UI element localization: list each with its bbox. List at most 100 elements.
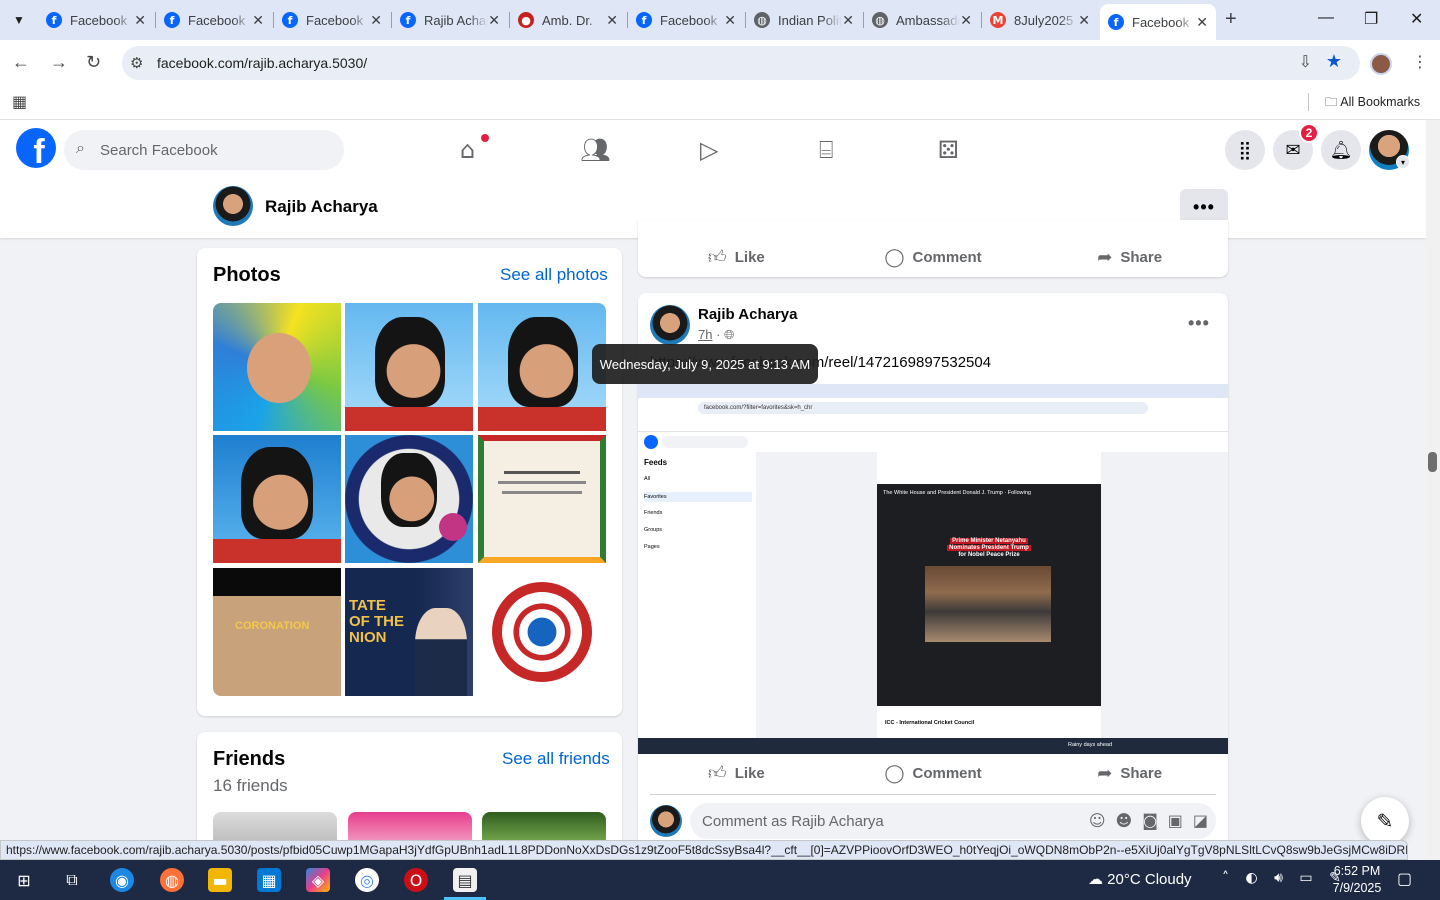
bookmark-star-icon[interactable]: ★	[1326, 51, 1342, 72]
post-options-icon[interactable]: •••	[1188, 313, 1210, 334]
post-author-name[interactable]: Rajib Acharya	[698, 306, 798, 323]
home-icon[interactable]: ⌂	[460, 136, 475, 164]
browser-tab[interactable]: f Facebook ✕	[274, 6, 390, 34]
app-icon[interactable]: ◉	[110, 868, 134, 892]
photo-vaccine-frame[interactable]	[345, 435, 473, 563]
browser-tab[interactable]: f Facebook ✕	[628, 6, 744, 34]
gaming-icon[interactable]: ⚄	[938, 136, 959, 164]
close-tab-icon[interactable]: ✕	[488, 12, 500, 29]
weather-widget[interactable]: ☁ 20°C Cloudy	[1088, 870, 1192, 888]
taskbar-clock[interactable]: 6:52 PM 7/9/2025	[1318, 863, 1396, 897]
see-all-friends-link[interactable]: See all friends	[502, 749, 610, 769]
browser-tab[interactable]: ◍ Ambassador✕	[864, 6, 980, 34]
browser-menu-icon[interactable]: ⋮	[1412, 52, 1428, 72]
notifications-bell-icon[interactable]: 🔔︎	[1321, 130, 1361, 170]
opera-icon[interactable]: O	[404, 868, 428, 892]
forward-arrow-icon[interactable]: →	[50, 52, 68, 73]
photo-invitation-card[interactable]	[478, 435, 606, 563]
profile-name[interactable]: Rajib Acharya	[265, 197, 378, 217]
site-info-icon[interactable]: ⚙	[130, 54, 143, 72]
close-tab-icon[interactable]: ✕	[960, 12, 972, 29]
file-explorer-icon[interactable]: ▬	[208, 868, 232, 892]
tab-search-chevron-icon[interactable]: ▼	[6, 7, 32, 33]
browser-tab[interactable]: f Rajib Acharya✕	[392, 6, 508, 34]
sticker-icon[interactable]: ◪	[1193, 811, 1208, 830]
photo-face	[241, 447, 313, 539]
browser-tab[interactable]: ● Amb. Dr. ✕	[510, 6, 626, 34]
page-scrollbar[interactable]	[1426, 120, 1440, 860]
camera-icon[interactable]: ◙	[1142, 811, 1158, 830]
address-bar[interactable]: ⚙ facebook.com/rajib.acharya.5030/ ⇩ ★	[122, 46, 1360, 80]
close-tab-icon[interactable]: ✕	[842, 12, 854, 29]
address-url[interactable]: facebook.com/rajib.acharya.5030/	[157, 55, 367, 71]
close-window-icon[interactable]: ✕	[1410, 9, 1423, 29]
photo-portrait-1[interactable]	[345, 303, 473, 431]
reload-icon[interactable]: ↻	[86, 52, 101, 73]
close-tab-icon[interactable]: ✕	[134, 12, 146, 29]
photo-text-line	[504, 471, 580, 474]
close-tab-icon[interactable]: ✕	[252, 12, 264, 29]
comment-input[interactable]	[702, 803, 1062, 839]
browser-tab[interactable]: f Facebook ✕	[38, 6, 154, 34]
gif-icon[interactable]: ▣	[1168, 811, 1183, 830]
action-divider-top	[650, 794, 1216, 795]
photo-portrait-3[interactable]	[213, 435, 341, 563]
share-button[interactable]: ➦ Share	[1031, 239, 1228, 275]
notification-center-icon[interactable]: ▢	[1397, 869, 1412, 888]
microsoft-store-icon[interactable]: ▦	[257, 868, 281, 892]
marketplace-icon[interactable]: ⌸	[819, 136, 833, 164]
chrome-icon[interactable]: ◎	[355, 868, 379, 892]
like-button[interactable]: 👍︎ Like	[638, 239, 835, 275]
video-icon[interactable]: ▷	[700, 136, 718, 164]
browser-profile-avatar[interactable]	[1370, 53, 1392, 75]
close-tab-icon[interactable]: ✕	[1078, 12, 1090, 29]
facebook-logo[interactable]: f	[16, 128, 56, 168]
new-tab-plus-icon[interactable]: +	[1225, 8, 1237, 31]
search-input[interactable]	[100, 130, 336, 170]
close-tab-icon[interactable]: ✕	[724, 12, 736, 29]
apps-grid-icon[interactable]: ▦	[12, 92, 27, 112]
facebook-search-box[interactable]: ⌕	[64, 130, 344, 170]
clock-date: 7/9/2025	[1332, 881, 1382, 895]
new-message-compose-icon[interactable]: ✎	[1361, 797, 1409, 845]
all-bookmarks-button[interactable]: 🗀 All Bookmarks	[1325, 93, 1420, 114]
profile-avatar[interactable]	[213, 186, 253, 226]
close-tab-icon[interactable]: ✕	[1196, 14, 1208, 31]
post-image-screenshot[interactable]: facebook.com/?filter=favorites&sk=h_chr …	[638, 384, 1228, 754]
friends-icon[interactable]: 👥︎	[580, 136, 610, 164]
like-button[interactable]: 👍︎ Like	[638, 755, 835, 791]
account-chevron-down-icon[interactable]: ▾	[1396, 155, 1410, 169]
copilot-icon[interactable]: ◈	[306, 868, 330, 892]
commenter-avatar[interactable]	[650, 805, 682, 837]
photo-state-of-union[interactable]: TATE OF THE NION	[345, 568, 473, 696]
post-timestamp[interactable]: 7h	[698, 327, 712, 342]
photo-portrait-2[interactable]	[478, 303, 606, 431]
browser-tab[interactable]: f Facebook ✕	[1100, 4, 1216, 40]
windows-start-icon[interactable]: ⊞	[12, 868, 36, 892]
close-tab-icon[interactable]: ✕	[606, 12, 618, 29]
notepad-icon[interactable]: ▤	[453, 868, 477, 892]
menu-grid-icon[interactable]: ⣿	[1225, 130, 1265, 170]
comment-button[interactable]: ◯ Comment	[835, 755, 1032, 791]
comment-box[interactable]: ☺ ☻ ◙ ▣ ◪	[690, 803, 1216, 839]
see-all-photos-link[interactable]: See all photos	[500, 265, 608, 285]
browser-tab[interactable]: M 8July2025 ✕	[982, 6, 1098, 34]
post-author-avatar[interactable]	[650, 305, 690, 345]
photo-king-charles-coronation[interactable]	[478, 568, 606, 696]
restore-icon[interactable]: ❐	[1364, 9, 1378, 29]
task-view-icon[interactable]: ⧉	[60, 868, 84, 892]
emoji-icon[interactable]: ☻	[1116, 811, 1133, 830]
back-arrow-icon[interactable]: ←	[12, 52, 30, 73]
browser-tab[interactable]: f Facebook ✕	[156, 6, 272, 34]
minimize-icon[interactable]: —	[1318, 9, 1334, 27]
firefox-icon[interactable]: ◍	[160, 868, 184, 892]
share-button[interactable]: ➦ Share	[1031, 755, 1228, 791]
browser-tab[interactable]: ◍ Indian Politics✕	[746, 6, 862, 34]
avatar-sticker-icon[interactable]: ☺	[1089, 811, 1106, 830]
photo-coronation-palace[interactable]: CORONATION	[213, 568, 341, 696]
page-scrollbar-thumb[interactable]	[1428, 452, 1437, 472]
close-tab-icon[interactable]: ✕	[370, 12, 382, 29]
photo-stay-alert[interactable]	[213, 303, 341, 431]
comment-button[interactable]: ◯ Comment	[835, 239, 1032, 275]
install-app-icon[interactable]: ⇩	[1299, 52, 1312, 72]
